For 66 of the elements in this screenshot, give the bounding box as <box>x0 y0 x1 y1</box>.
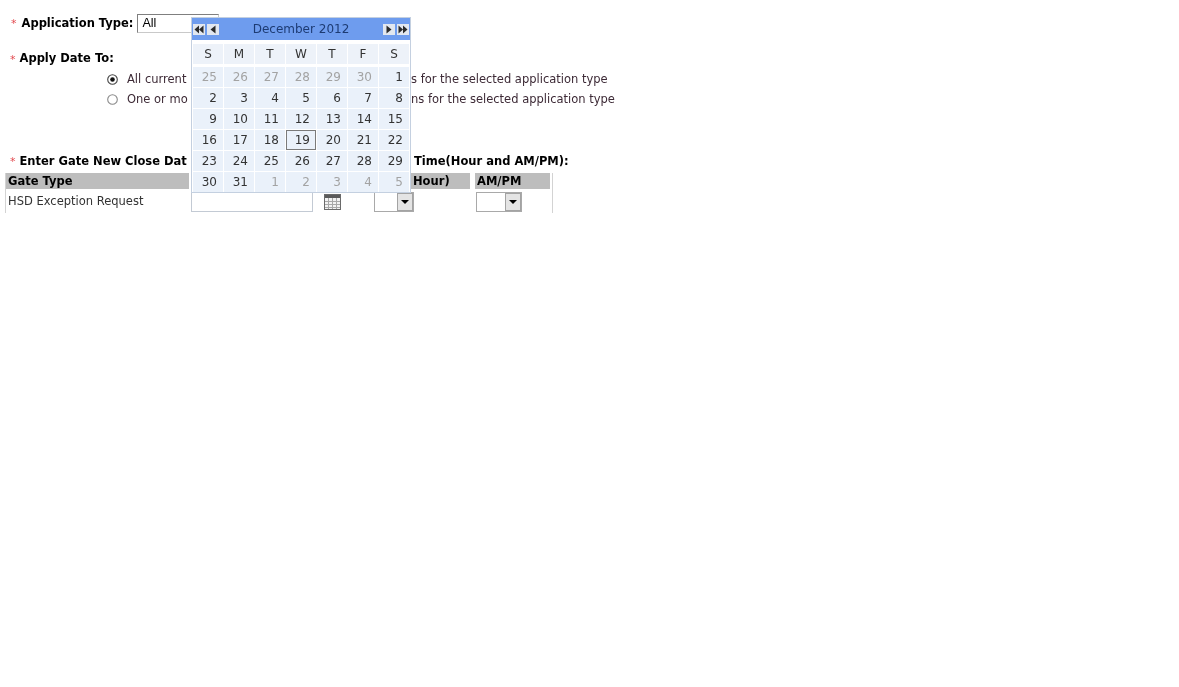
calendar-day[interactable]: 18 <box>255 130 285 150</box>
weekday-label: F <box>348 44 378 64</box>
weekday-label: W <box>286 44 316 64</box>
calendar-day[interactable]: 17 <box>224 130 254 150</box>
option-label: One or mo <box>127 93 188 107</box>
calendar-day[interactable]: 12 <box>286 109 316 129</box>
weekday-label: T <box>317 44 347 64</box>
required-marker: * <box>10 53 16 65</box>
calendar-day[interactable]: 13 <box>317 109 347 129</box>
column-header: Hour) <box>411 173 470 189</box>
calendar-day[interactable]: 21 <box>348 130 378 150</box>
radio-button[interactable] <box>107 94 118 106</box>
calendar-day[interactable]: 15 <box>379 109 409 129</box>
weekday-label: S <box>379 44 409 64</box>
calendar-day[interactable]: 24 <box>224 151 254 171</box>
right-triangle-icon[interactable] <box>383 23 395 35</box>
calendar-day[interactable]: 27 <box>317 151 347 171</box>
calendar-day[interactable]: 31 <box>224 172 254 192</box>
calendar-day[interactable]: 22 <box>379 130 409 150</box>
field-label: Time(Hour and AM/PM): <box>414 155 569 169</box>
calendar-day[interactable]: 3 <box>224 88 254 108</box>
radio-button[interactable] <box>107 74 118 86</box>
calendar-day[interactable]: 11 <box>255 109 285 129</box>
am-pm-select[interactable] <box>476 192 522 212</box>
required-marker: * <box>10 156 16 168</box>
calendar-day[interactable]: 19 <box>286 130 316 150</box>
option-label: s for the selected application type <box>411 73 608 87</box>
field-label: Application Type: <box>21 16 134 31</box>
calendar-day[interactable]: 25 <box>255 151 285 171</box>
calendar-day[interactable]: 5 <box>286 88 316 108</box>
column-header: AM/PM <box>475 173 550 189</box>
calendar-day[interactable]: 8 <box>379 88 409 108</box>
hour-select[interactable] <box>374 192 414 212</box>
calendar-day[interactable]: 6 <box>317 88 347 108</box>
caret-icon <box>397 193 413 211</box>
calendar-day[interactable]: 29 <box>379 151 409 171</box>
calendar-day[interactable]: 28 <box>348 151 378 171</box>
option-label: ns for the selected application type <box>411 93 615 107</box>
calendar-day[interactable]: 9 <box>193 109 223 129</box>
weekday-label: M <box>224 44 254 64</box>
calendar-day[interactable]: 7 <box>348 88 378 108</box>
calendar-day[interactable]: 23 <box>193 151 223 171</box>
calendar-day[interactable]: 20 <box>317 130 347 150</box>
calendar-icon[interactable] <box>324 194 341 210</box>
date-input[interactable] <box>191 192 313 212</box>
left-triangle-icon[interactable] <box>207 23 219 35</box>
field-label: Apply Date To: <box>19 52 114 66</box>
field-label: Enter Gate New Close Dat <box>19 155 187 169</box>
calendar-day[interactable]: 1 <box>379 67 409 87</box>
calendar-day[interactable]: 2 <box>193 88 223 108</box>
calendar-day[interactable]: 16 <box>193 130 223 150</box>
required-marker: * <box>11 18 17 29</box>
option-label: All current <box>127 73 187 87</box>
calendar-day[interactable]: 26 <box>286 151 316 171</box>
table-cell-text: HSD Exception Request <box>7 195 145 209</box>
column-header: Gate Type <box>6 173 189 189</box>
weekday-label: T <box>255 44 285 64</box>
double-right-triangle-icon[interactable] <box>397 23 409 35</box>
calendar-day[interactable]: 4 <box>255 88 285 108</box>
calendar-day[interactable]: 10 <box>224 109 254 129</box>
calendar-day[interactable]: 14 <box>348 109 378 129</box>
caret-icon <box>505 193 521 211</box>
double-left-triangle-icon[interactable] <box>193 23 205 35</box>
weekday-label: S <box>193 44 223 64</box>
month-title: December 2012 <box>252 21 350 37</box>
calendar-day[interactable]: 30 <box>193 172 223 192</box>
